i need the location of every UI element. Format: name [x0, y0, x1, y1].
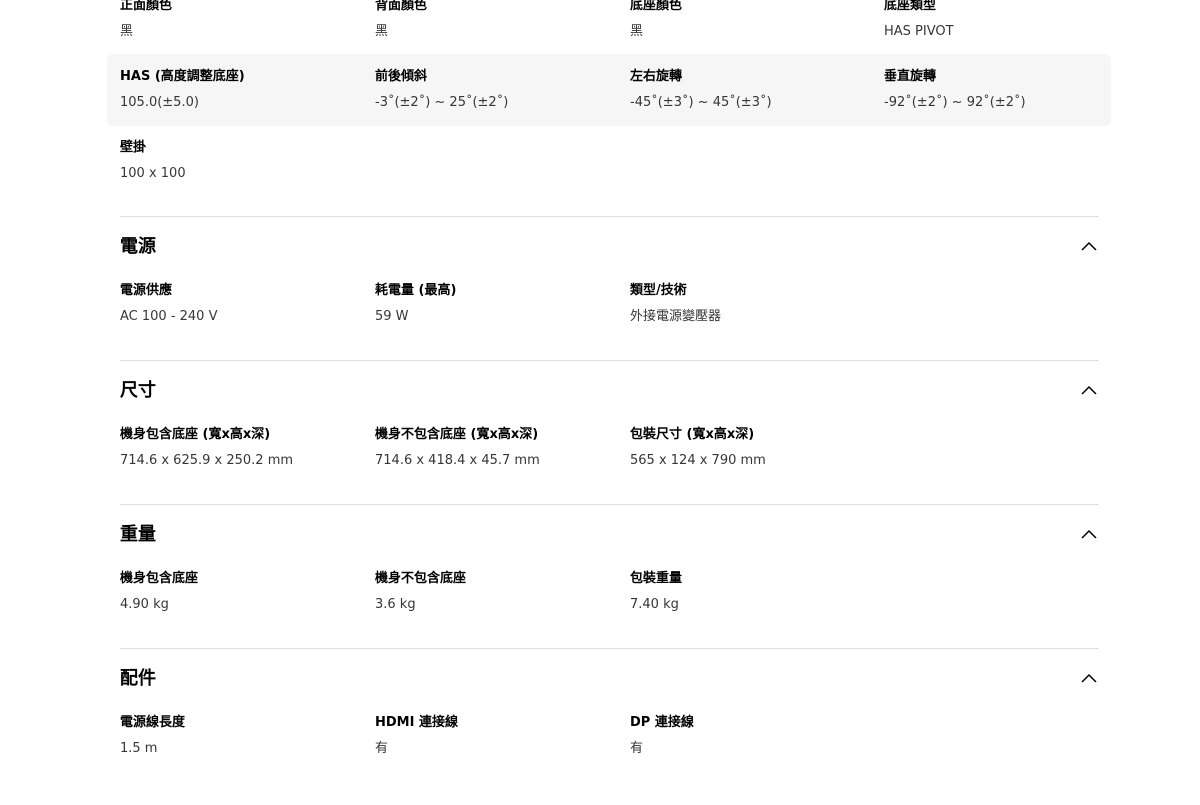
- spec-value: 3.6 kg: [375, 597, 416, 612]
- chevron-up-icon[interactable]: [1080, 670, 1098, 688]
- spec-size-without-stand: 機身不包含底座 (寬x高x深) 714.6 x 418.4 x 45.7 mm: [375, 427, 615, 469]
- spec-value: 1.5 m: [120, 741, 158, 756]
- spec-swivel: 左右旋轉 -45˚(±3˚) ~ 45˚(±3˚): [630, 69, 870, 111]
- spec-label: 底座類型: [884, 0, 937, 13]
- spec-label: 包裝尺寸 (寬x高x深): [630, 427, 755, 442]
- spec-wall-mount: 壁掛 100 x 100: [120, 140, 360, 182]
- spec-power-supply: 電源供應 AC 100 - 240 V: [120, 283, 360, 325]
- spec-value: -92˚(±2˚) ~ 92˚(±2˚): [884, 95, 1026, 110]
- spec-label: 電源供應: [120, 283, 173, 298]
- spec-package-weight: 包裝重量 7.40 kg: [630, 571, 870, 613]
- spec-package-size: 包裝尺寸 (寬x高x深) 565 x 124 x 790 mm: [630, 427, 870, 469]
- spec-label: 底座顏色: [630, 0, 683, 13]
- spec-size-with-stand: 機身包含底座 (寬x高x深) 714.6 x 625.9 x 250.2 mm: [120, 427, 360, 469]
- spec-label: 壁掛: [120, 140, 147, 155]
- spec-power-consumption: 耗電量 (最高) 59 W: [375, 283, 615, 325]
- chevron-up-icon[interactable]: [1080, 526, 1098, 544]
- spec-value: 外接電源變壓器: [630, 309, 722, 324]
- spec-label: DP 連接線: [630, 715, 694, 730]
- section-title: 電源: [120, 236, 156, 257]
- spec-label: 左右旋轉: [630, 69, 683, 84]
- spec-label: 正面顏色: [120, 0, 173, 13]
- spec-label: 類型/技術: [630, 283, 687, 298]
- spec-value: 105.0(±5.0): [120, 95, 199, 110]
- spec-label: 包裝重量: [630, 571, 683, 586]
- spec-weight-with-stand: 機身包含底座 4.90 kg: [120, 571, 360, 613]
- spec-value: 714.6 x 418.4 x 45.7 mm: [375, 453, 540, 468]
- spec-has-height: HAS (高度調整底座) 105.0(±5.0): [120, 69, 360, 111]
- section-title: 重量: [120, 524, 156, 545]
- spec-power-cable-length: 電源線長度 1.5 m: [120, 715, 360, 757]
- spec-back-color: 背面顏色 黑: [375, 0, 615, 40]
- spec-value: 7.40 kg: [630, 597, 679, 612]
- spec-stand-color: 底座顏色 黑: [630, 0, 870, 40]
- spec-label: 耗電量 (最高): [375, 283, 457, 298]
- section-divider: [120, 216, 1098, 217]
- section-divider: [120, 504, 1098, 505]
- chevron-up-icon[interactable]: [1080, 238, 1098, 256]
- section-title: 尺寸: [120, 380, 156, 401]
- spec-label: 機身包含底座: [120, 571, 199, 586]
- spec-value: 565 x 124 x 790 mm: [630, 453, 766, 468]
- section-divider: [120, 360, 1098, 361]
- spec-power-type: 類型/技術 外接電源變壓器: [630, 283, 870, 325]
- spec-hdmi-cable: HDMI 連接線 有: [375, 715, 615, 757]
- spec-value: -3˚(±2˚) ~ 25˚(±2˚): [375, 95, 509, 110]
- spec-value: 黑: [375, 24, 389, 39]
- spec-value: 59 W: [375, 309, 409, 324]
- spec-label: 機身包含底座 (寬x高x深): [120, 427, 271, 442]
- spec-value: AC 100 - 240 V: [120, 309, 218, 324]
- section-title: 配件: [120, 668, 156, 689]
- spec-value: -45˚(±3˚) ~ 45˚(±3˚): [630, 95, 772, 110]
- spec-value: 100 x 100: [120, 166, 186, 181]
- spec-label: 前後傾斜: [375, 69, 428, 84]
- spec-value: HAS PIVOT: [884, 24, 954, 39]
- section-header-weight[interactable]: 重量: [120, 520, 1098, 550]
- spec-value: 黑: [630, 24, 644, 39]
- spec-label: HAS (高度調整底座): [120, 69, 245, 84]
- spec-weight-without-stand: 機身不包含底座 3.6 kg: [375, 571, 615, 613]
- spec-tilt: 前後傾斜 -3˚(±2˚) ~ 25˚(±2˚): [375, 69, 615, 111]
- spec-value: 714.6 x 625.9 x 250.2 mm: [120, 453, 294, 468]
- spec-label: 機身不包含底座 (寬x高x深): [375, 427, 539, 442]
- spec-value: 黑: [120, 24, 134, 39]
- spec-value: 有: [630, 741, 644, 756]
- spec-pivot: 垂直旋轉 -92˚(±2˚) ~ 92˚(±2˚): [884, 69, 1124, 111]
- spec-value: 4.90 kg: [120, 597, 169, 612]
- spec-front-color: 正面顏色 黑: [120, 0, 360, 40]
- spec-label: 機身不包含底座: [375, 571, 467, 586]
- section-header-power[interactable]: 電源: [120, 232, 1098, 262]
- section-divider: [120, 648, 1098, 649]
- spec-label: HDMI 連接線: [375, 715, 458, 730]
- chevron-up-icon[interactable]: [1080, 382, 1098, 400]
- spec-stand-type: 底座類型 HAS PIVOT: [884, 0, 1124, 40]
- spec-dp-cable: DP 連接線 有: [630, 715, 870, 757]
- spec-label: 電源線長度: [120, 715, 186, 730]
- section-header-dimensions[interactable]: 尺寸: [120, 376, 1098, 406]
- spec-label: 垂直旋轉: [884, 69, 937, 84]
- section-header-accessories[interactable]: 配件: [120, 664, 1098, 694]
- spec-value: 有: [375, 741, 389, 756]
- spec-page: 正面顏色 黑 背面顏色 黑 底座顏色 黑 底座類型 HAS PIVOT HAS …: [0, 0, 1200, 805]
- spec-label: 背面顏色: [375, 0, 428, 13]
